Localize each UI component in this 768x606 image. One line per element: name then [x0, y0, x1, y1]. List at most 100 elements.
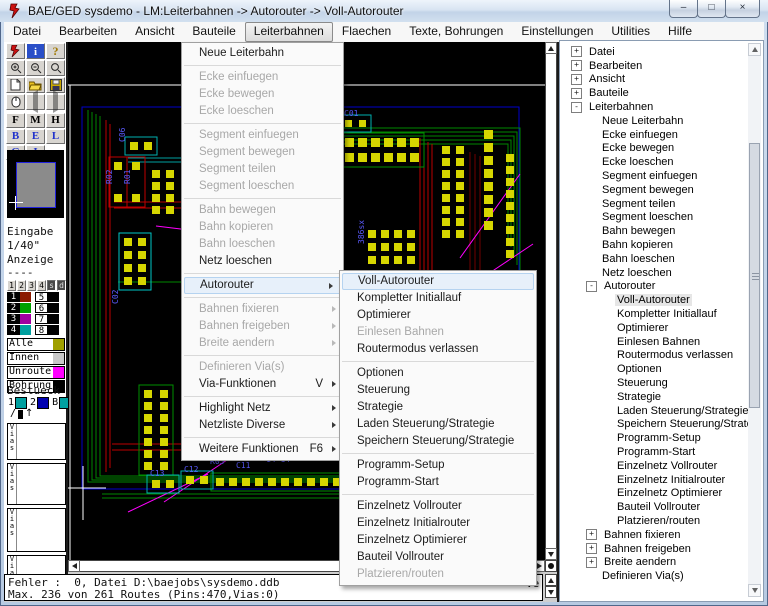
menu-item-speichern-steuerung-strategie[interactable]: Speichern Steuerung/Strategie — [340, 433, 536, 450]
bae-logo-button[interactable] — [6, 43, 25, 59]
menu-leiterbahnen[interactable]: Leiterbahnen — [245, 22, 333, 42]
tree-item-optimierer[interactable]: Optimierer — [560, 321, 748, 335]
tree-item-laden-steuerung-strategie[interactable]: Laden Steuerung/Strategie — [560, 404, 748, 418]
tree-scroll-up-icon[interactable] — [748, 43, 761, 56]
layer-color-row[interactable]: 1 — [7, 292, 31, 302]
close-button[interactable]: × — [725, 0, 760, 18]
mode-button-h[interactable]: H — [46, 113, 65, 128]
zoom-window-button[interactable] — [46, 60, 65, 76]
status-scroll-down[interactable] — [545, 586, 557, 598]
mouse-mode-button[interactable] — [6, 94, 25, 110]
layer-color-swatch[interactable] — [48, 292, 59, 302]
mode-button-l[interactable]: L — [46, 129, 65, 144]
menu-flaechen[interactable]: Flaechen — [333, 22, 400, 42]
info-button[interactable]: i — [26, 43, 45, 59]
layer-color-swatch[interactable] — [20, 325, 31, 335]
anzeige-value[interactable]: ---- — [7, 266, 34, 279]
menu-bauteile[interactable]: Bauteile — [183, 22, 244, 42]
tree-item-neue-leiterbahn[interactable]: Neue Leiterbahn — [560, 114, 748, 128]
layer-button-2[interactable]: 2 — [17, 280, 26, 291]
layer-button-1[interactable]: 1 — [7, 280, 16, 291]
tree-expand-icon[interactable]: + — [571, 88, 582, 99]
menu-item-netzliste-diverse[interactable]: Netzliste Diverse — [182, 417, 343, 434]
tree-item-segment-einfuegen[interactable]: Segment einfuegen — [560, 169, 748, 183]
tree-item-einlesen-bahnen[interactable]: Einlesen Bahnen — [560, 335, 748, 349]
tree-scroll-thumb[interactable] — [749, 143, 760, 408]
display-row-unroute[interactable]: Unroute — [7, 366, 65, 379]
layer-color-row[interactable]: 6 — [35, 303, 59, 313]
menu-bearbeiten[interactable]: Bearbeiten — [50, 22, 126, 42]
tree-collapse-icon[interactable]: - — [571, 102, 582, 113]
layer-color-row[interactable]: 3 — [7, 314, 31, 324]
mode-button-m[interactable]: M — [26, 113, 45, 128]
bestueck-tools[interactable]: /↑ — [10, 409, 33, 419]
menu-item-routermodus-verlassen[interactable]: Routermodus verlassen — [340, 341, 536, 358]
layer-button-3[interactable]: 3 — [27, 280, 36, 291]
display-row-swatch[interactable] — [53, 367, 64, 378]
tree-scroll-down-icon[interactable] — [748, 584, 761, 597]
menu-item-bauteil-vollrouter[interactable]: Bauteil Vollrouter — [340, 549, 536, 566]
tree-item-ansicht[interactable]: +Ansicht — [560, 73, 748, 87]
tree-item-einzelnetz-initialrouter[interactable]: Einzelnetz Initialrouter — [560, 473, 748, 487]
tree-item-bahn-loeschen[interactable]: Bahn loeschen — [560, 252, 748, 266]
display-row-innen[interactable]: Innen — [7, 352, 65, 365]
layer-color-swatch[interactable] — [20, 314, 31, 324]
tree-item-segment-loeschen[interactable]: Segment loeschen — [560, 211, 748, 225]
menu-item-steuerung[interactable]: Steuerung — [340, 382, 536, 399]
layer-color-swatch[interactable] — [48, 314, 59, 324]
maximize-button[interactable]: □ — [697, 0, 726, 18]
tree-item-bauteile[interactable]: +Bauteile — [560, 86, 748, 100]
tree-item-routermodus-verlassen[interactable]: Routermodus verlassen — [560, 349, 748, 363]
layer-color-row[interactable]: 2 — [7, 303, 31, 313]
layer-color-swatch[interactable] — [20, 303, 31, 313]
menu-hilfe[interactable]: Hilfe — [659, 22, 701, 42]
tree-item-autorouter[interactable]: -Autorouter — [560, 280, 748, 294]
tree-expand-icon[interactable]: + — [586, 543, 597, 554]
tree-item-einzelnetz-vollrouter[interactable]: Einzelnetz Vollrouter — [560, 459, 748, 473]
menu-item-weitere-funktionen[interactable]: Weitere FunktionenF6 — [182, 441, 343, 458]
minimize-button[interactable]: – — [669, 0, 698, 18]
tree-item-datei[interactable]: +Datei — [560, 45, 748, 59]
menu-item-laden-steuerung-strategie[interactable]: Laden Steuerung/Strategie — [340, 416, 536, 433]
layer-color-swatch[interactable] — [48, 325, 59, 335]
scroll-down-icon[interactable] — [545, 548, 557, 560]
via-box-1[interactable]: Vias — [7, 423, 66, 460]
menu-item-optionen[interactable]: Optionen — [340, 365, 536, 382]
tree-item-platzieren-routen[interactable]: Platzieren/routen — [560, 514, 748, 528]
tree-item-ecke-loeschen[interactable]: Ecke loeschen — [560, 155, 748, 169]
menu-utilities[interactable]: Utilities — [602, 22, 659, 42]
layer-button-s[interactable]: s — [47, 280, 56, 291]
layer-color-row[interactable]: 8 — [35, 325, 59, 335]
tree-item-optionen[interactable]: Optionen — [560, 362, 748, 376]
menu-ansicht[interactable]: Ansicht — [126, 22, 183, 42]
help-button[interactable]: ? — [46, 43, 65, 59]
menu-item-highlight-netz[interactable]: Highlight Netz — [182, 400, 343, 417]
mode-button-b[interactable]: B — [6, 129, 25, 144]
scroll-left-icon[interactable] — [68, 560, 80, 572]
menu-item-netz-loeschen[interactable]: Netz loeschen — [182, 253, 343, 270]
layer-button-4[interactable]: 4 — [37, 280, 46, 291]
tree-item-steuerung[interactable]: Steuerung — [560, 376, 748, 390]
via-box-4[interactable]: Vias — [7, 555, 66, 576]
title-bar[interactable]: BAE/GED sysdemo - LM:Leiterbahnen -> Aut… — [0, 0, 768, 22]
display-row-swatch[interactable] — [53, 353, 64, 364]
layer-button-d[interactable]: d — [57, 280, 66, 291]
tree-item-definieren-via-s[interactable]: Definieren Via(s) — [560, 569, 748, 583]
tree-scrollbar[interactable] — [748, 43, 761, 597]
tree-item-voll-autorouter[interactable]: Voll-Autorouter — [560, 293, 748, 307]
tree-expand-icon[interactable]: + — [571, 60, 582, 71]
tree-item-bahn-bewegen[interactable]: Bahn bewegen — [560, 224, 748, 238]
new-file-button[interactable] — [6, 77, 25, 93]
menu-item-einzelnetz-optimierer[interactable]: Einzelnetz Optimierer — [340, 532, 536, 549]
menu-item-kompletter-initiallauf[interactable]: Kompletter Initiallauf — [340, 290, 536, 307]
menu-item-autorouter[interactable]: Autorouter — [184, 277, 341, 294]
tree-item-ecke-einfuegen[interactable]: Ecke einfuegen — [560, 128, 748, 142]
zoom-out-button[interactable] — [26, 60, 45, 76]
layer-color-row[interactable]: 7 — [35, 314, 59, 324]
menu-item-einzelnetz-vollrouter[interactable]: Einzelnetz Vollrouter — [340, 498, 536, 515]
menu-item-einzelnetz-initialrouter[interactable]: Einzelnetz Initialrouter — [340, 515, 536, 532]
tree-expand-icon[interactable]: + — [586, 529, 597, 540]
zoom-in-button[interactable] — [6, 60, 25, 76]
tree-item-segment-teilen[interactable]: Segment teilen — [560, 197, 748, 211]
tree-item-netz-loeschen[interactable]: Netz loeschen — [560, 266, 748, 280]
